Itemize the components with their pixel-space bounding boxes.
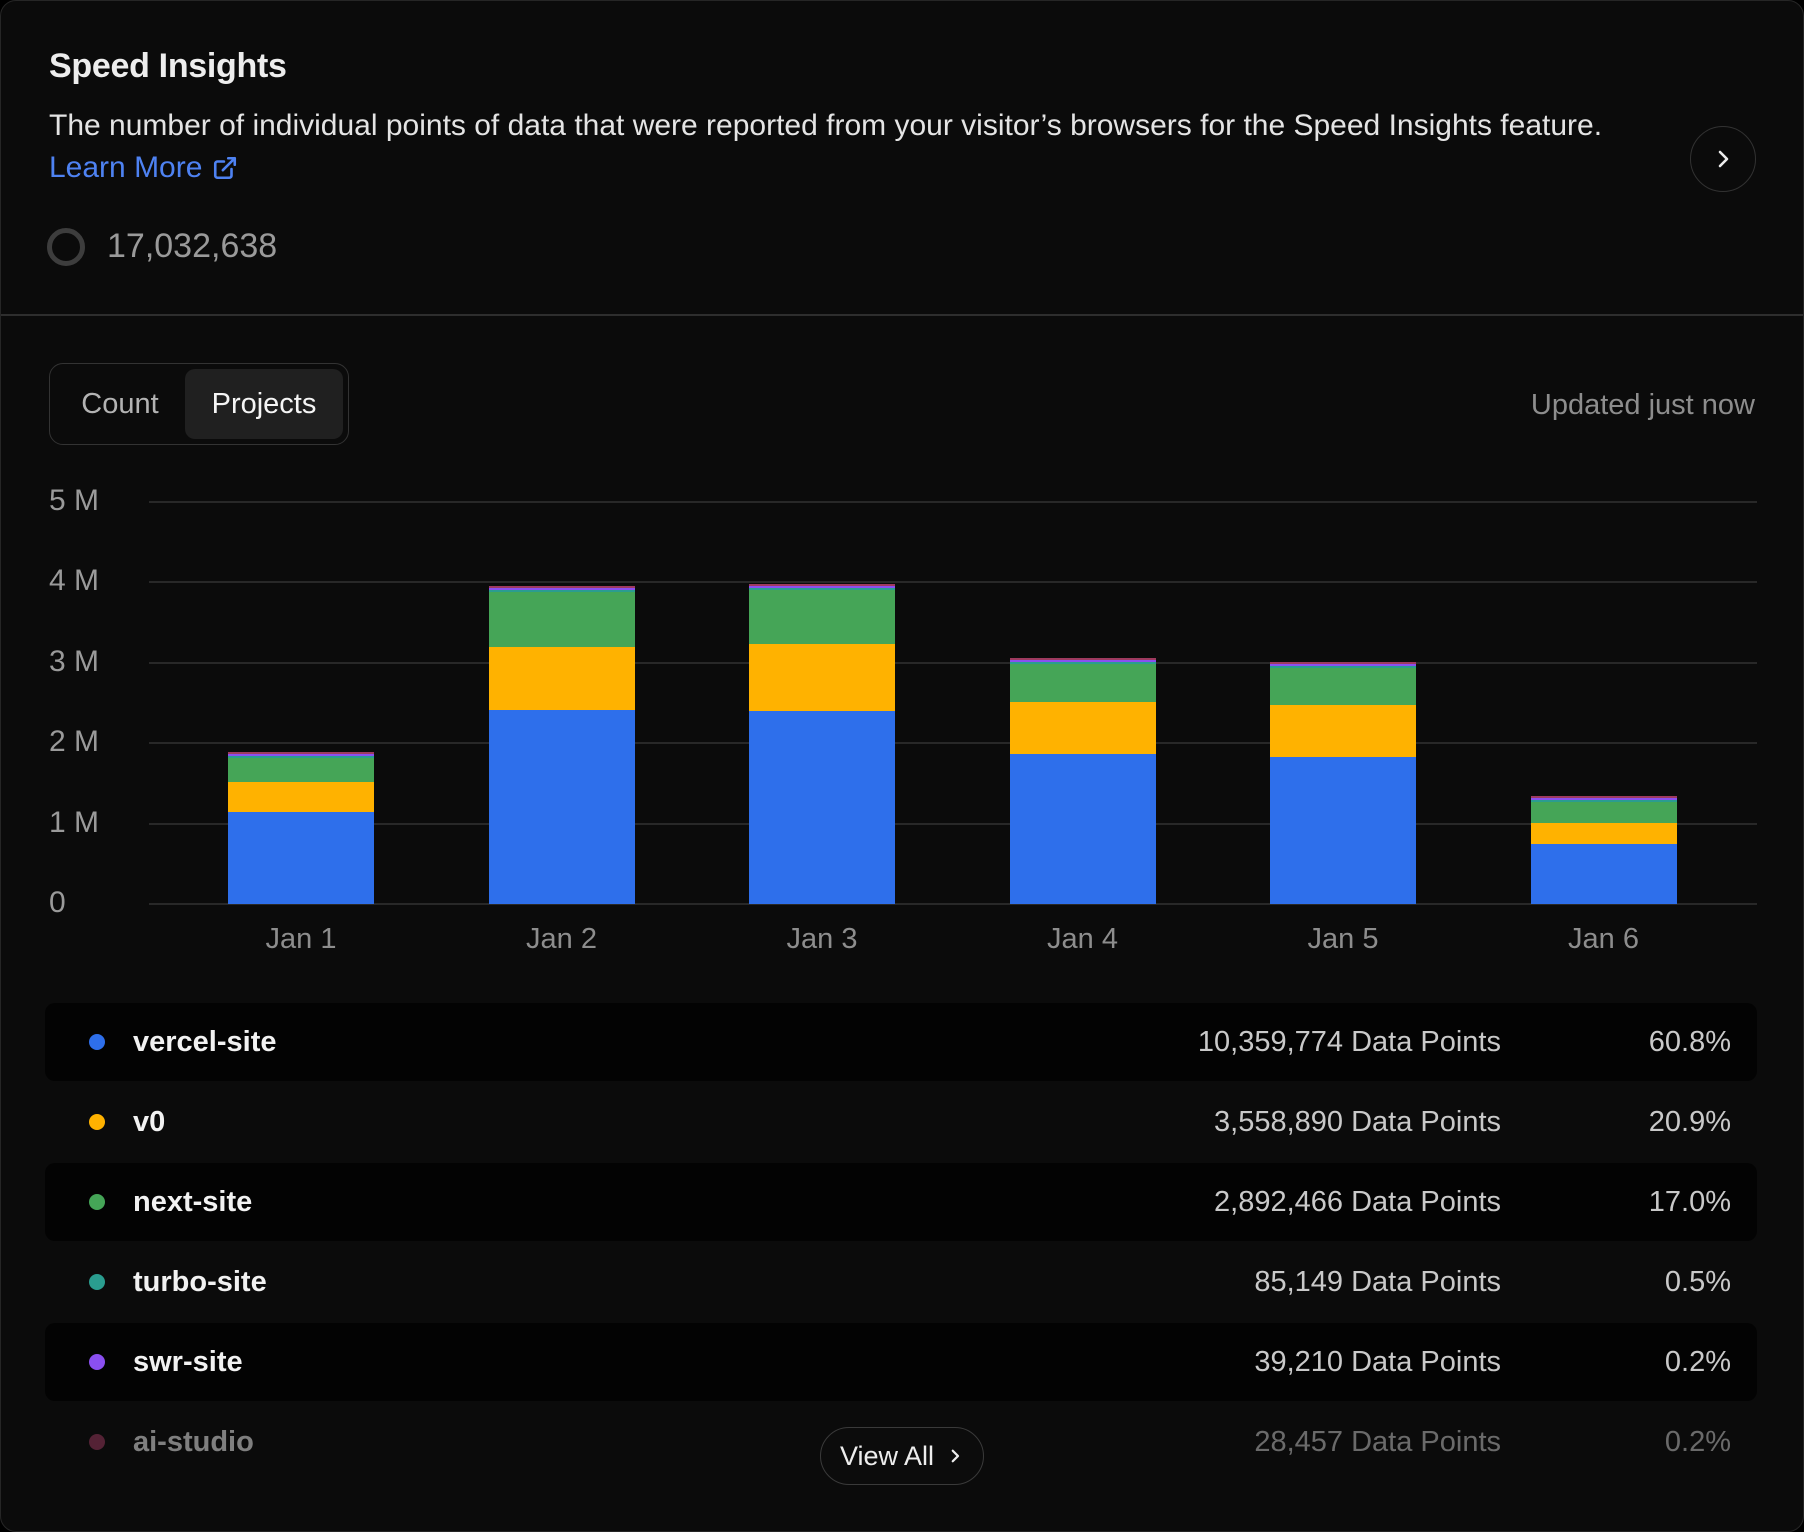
project-share-percent: 20.9% <box>1501 1106 1731 1139</box>
gridline <box>149 501 1757 503</box>
y-axis-tick-label: 4 M <box>49 564 99 598</box>
bar-segment-v0[interactable] <box>1270 705 1416 756</box>
bar-jan-4[interactable] <box>1010 658 1156 904</box>
project-share-percent: 60.8% <box>1501 1026 1731 1059</box>
project-data-points: 39,210 Data Points <box>1254 1346 1501 1379</box>
total-count-value: 17,032,638 <box>107 227 277 266</box>
x-axis-label: Jan 6 <box>1524 923 1684 956</box>
bar-segment-vercel-site[interactable] <box>1531 844 1677 903</box>
project-color-dot <box>89 1114 105 1130</box>
view-all-button[interactable]: View All <box>820 1427 984 1485</box>
bar-jan-2[interactable] <box>489 586 635 904</box>
tab-projects[interactable]: Projects <box>185 369 343 439</box>
bar-segment-vercel-site[interactable] <box>1270 757 1416 904</box>
bar-segment-v0[interactable] <box>1010 702 1156 755</box>
x-axis-label: Jan 4 <box>1003 923 1163 956</box>
total-count-row: 17,032,638 <box>47 227 277 266</box>
bar-jan-6[interactable] <box>1531 796 1677 904</box>
gridline <box>149 662 1757 664</box>
gridline <box>149 581 1757 583</box>
project-data-points: 3,558,890 Data Points <box>1214 1106 1501 1139</box>
project-color-dot <box>89 1194 105 1210</box>
bar-segment-next-site[interactable] <box>1531 802 1677 823</box>
project-share-percent: 17.0% <box>1501 1186 1731 1219</box>
legend-row[interactable]: vercel-site 10,359,774 Data Points 60.8% <box>45 1003 1757 1081</box>
legend-row[interactable]: next-site 2,892,466 Data Points 17.0% <box>45 1163 1757 1241</box>
count-ring-icon <box>47 228 85 266</box>
legend-row[interactable]: turbo-site 85,149 Data Points 0.5% <box>45 1243 1757 1321</box>
learn-more-label: Learn More <box>49 151 202 185</box>
bar-segment-vercel-site[interactable] <box>489 710 635 904</box>
x-axis-label: Jan 2 <box>482 923 642 956</box>
project-color-dot <box>89 1274 105 1290</box>
y-axis-tick-label: 1 M <box>49 806 99 840</box>
bar-jan-1[interactable] <box>228 752 374 904</box>
chevron-right-icon <box>1711 147 1735 171</box>
view-all-label: View All <box>840 1441 934 1472</box>
bar-segment-v0[interactable] <box>489 647 635 710</box>
gridline <box>149 823 1757 825</box>
project-data-points: 85,149 Data Points <box>1254 1266 1501 1299</box>
bar-segment-next-site[interactable] <box>749 590 895 644</box>
gridline <box>149 903 1757 905</box>
project-color-dot <box>89 1434 105 1450</box>
project-data-points: 10,359,774 Data Points <box>1198 1026 1501 1059</box>
page-title: Speed Insights <box>49 47 287 86</box>
header-divider <box>1 314 1803 316</box>
bar-segment-vercel-site[interactable] <box>228 812 374 904</box>
project-data-points: 2,892,466 Data Points <box>1214 1186 1501 1219</box>
project-name: vercel-site <box>133 1026 277 1059</box>
project-name: turbo-site <box>133 1266 267 1299</box>
chevron-right-icon <box>946 1447 964 1465</box>
bar-segment-next-site[interactable] <box>1010 664 1156 701</box>
project-share-percent: 0.2% <box>1501 1426 1731 1459</box>
bar-segment-next-site[interactable] <box>489 592 635 647</box>
x-axis-label: Jan 5 <box>1263 923 1423 956</box>
updated-status: Updated just now <box>1531 389 1755 422</box>
speed-insights-card: Speed Insights The number of individual … <box>0 0 1804 1532</box>
project-name: swr-site <box>133 1346 243 1379</box>
y-axis-tick-label: 3 M <box>49 645 99 679</box>
bar-segment-v0[interactable] <box>749 644 895 711</box>
bar-jan-3[interactable] <box>749 584 895 904</box>
bar-segment-vercel-site[interactable] <box>749 711 895 904</box>
project-color-dot <box>89 1354 105 1370</box>
project-share-percent: 0.2% <box>1501 1346 1731 1379</box>
x-axis-label: Jan 3 <box>742 923 902 956</box>
project-legend-list: vercel-site 10,359,774 Data Points 60.8%… <box>45 1003 1757 1483</box>
y-axis-tick-label: 0 <box>49 886 66 920</box>
description-text: The number of individual points of data … <box>49 109 1602 143</box>
view-mode-toggle: Count Projects <box>49 363 349 445</box>
project-data-points: 28,457 Data Points <box>1254 1426 1501 1459</box>
bar-segment-next-site[interactable] <box>228 758 374 783</box>
project-share-percent: 0.5% <box>1501 1266 1731 1299</box>
gridline <box>149 742 1757 744</box>
legend-row[interactable]: swr-site 39,210 Data Points 0.2% <box>45 1323 1757 1401</box>
bar-jan-5[interactable] <box>1270 662 1416 904</box>
learn-more-link[interactable]: Learn More <box>49 151 238 185</box>
expand-panel-button[interactable] <box>1690 126 1756 192</box>
project-name: v0 <box>133 1106 165 1139</box>
x-axis-label: Jan 1 <box>221 923 381 956</box>
bar-segment-next-site[interactable] <box>1270 668 1416 705</box>
project-color-dot <box>89 1034 105 1050</box>
y-axis-tick-label: 5 M <box>49 484 99 518</box>
tab-count[interactable]: Count <box>55 369 185 439</box>
project-name: ai-studio <box>133 1426 254 1459</box>
bar-segment-v0[interactable] <box>1531 823 1677 845</box>
project-name: next-site <box>133 1186 252 1219</box>
bar-segment-v0[interactable] <box>228 782 374 812</box>
bar-segment-vercel-site[interactable] <box>1010 754 1156 904</box>
external-link-icon <box>212 155 238 181</box>
y-axis-tick-label: 2 M <box>49 725 99 759</box>
legend-row[interactable]: v0 3,558,890 Data Points 20.9% <box>45 1083 1757 1161</box>
